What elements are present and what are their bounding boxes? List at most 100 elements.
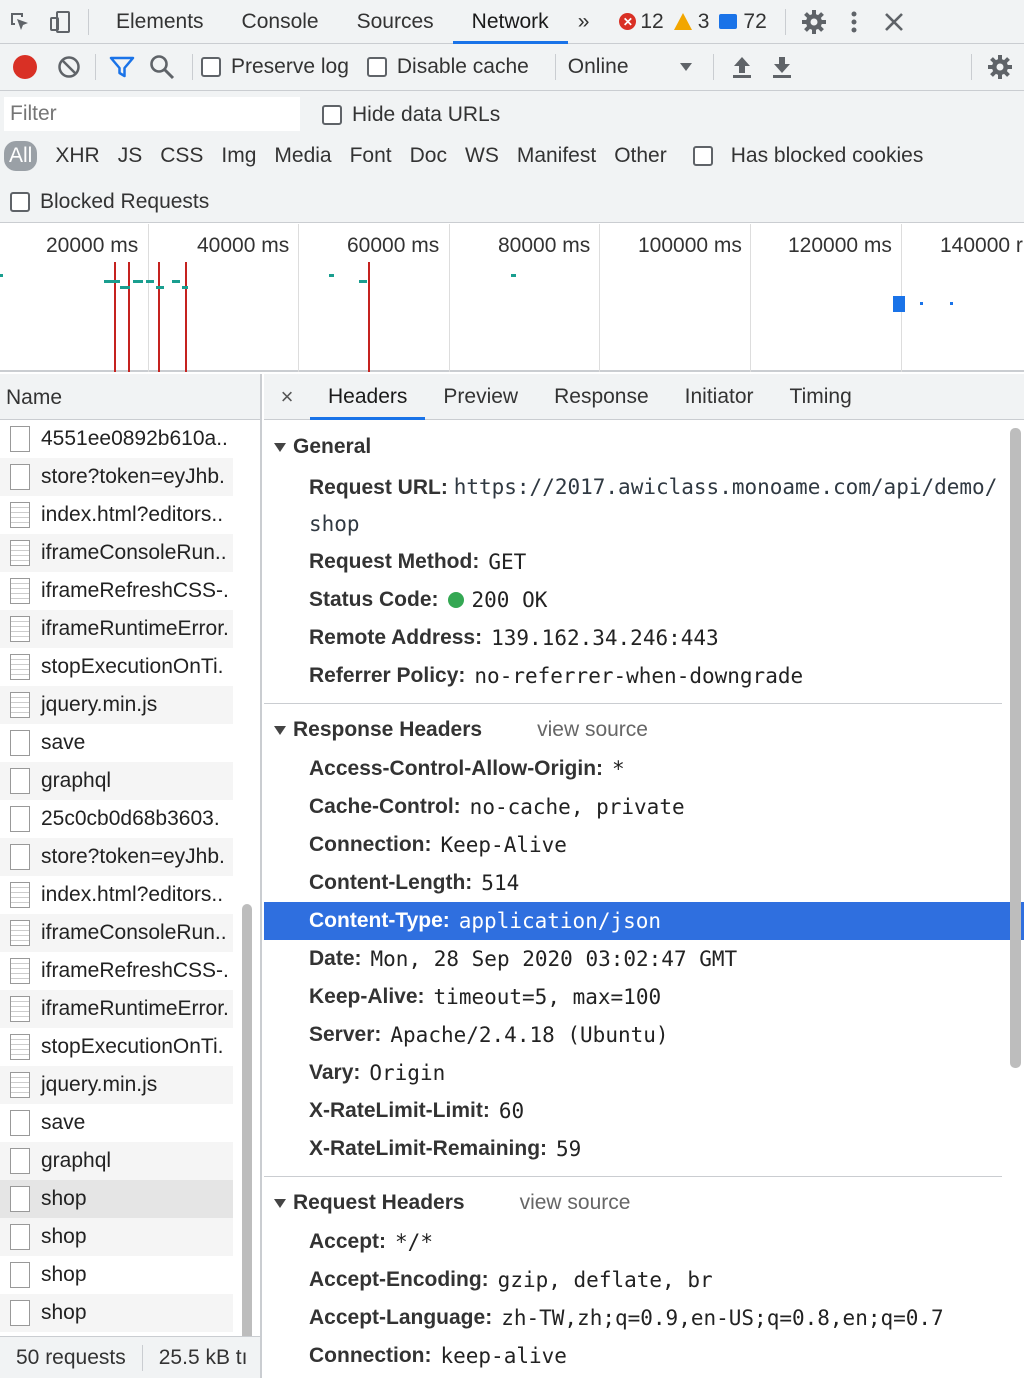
- request-row[interactable]: iframeRefreshCSS-.: [0, 572, 233, 610]
- network-settings-gear-icon[interactable]: [980, 49, 1020, 85]
- tab-response[interactable]: Response: [536, 374, 667, 420]
- inspect-element-icon[interactable]: [0, 4, 40, 40]
- header-row[interactable]: Connection: keep-alive: [264, 1337, 1024, 1375]
- checkbox-box[interactable]: [10, 192, 30, 212]
- preserve-log-checkbox[interactable]: Preserve log: [201, 55, 349, 79]
- timeline-overview[interactable]: 20000 ms 40000 ms 60000 ms 80000 ms 1000…: [0, 224, 1024, 372]
- request-row[interactable]: store?token=eyJhb.: [0, 458, 233, 496]
- tab-initiator[interactable]: Initiator: [667, 374, 772, 420]
- header-row[interactable]: Content-Type: application/json: [264, 902, 1024, 940]
- expand-triangle-icon: [274, 725, 286, 735]
- tab-network[interactable]: Network: [452, 0, 568, 44]
- request-list-scrollbar[interactable]: [242, 904, 252, 1360]
- checkbox-box[interactable]: [366, 57, 387, 77]
- checkbox-box[interactable]: [201, 57, 221, 77]
- tab-timing[interactable]: Timing: [772, 374, 870, 420]
- request-row[interactable]: shop: [0, 1180, 233, 1218]
- general-section-header[interactable]: General: [264, 427, 1024, 467]
- request-row[interactable]: index.html?editors..: [0, 876, 233, 914]
- type-filter-css[interactable]: CSS: [160, 144, 203, 168]
- checkbox-box[interactable]: [322, 105, 342, 125]
- header-row[interactable]: Server: Apache/2.4.18 (Ubuntu): [264, 1016, 1024, 1054]
- request-row[interactable]: index.html?editors..: [0, 496, 233, 534]
- issue-counters[interactable]: ✕ 12 3 72: [619, 10, 776, 34]
- header-row[interactable]: Connection: Keep-Alive: [264, 826, 1024, 864]
- request-row[interactable]: iframeRuntimeError.: [0, 610, 233, 648]
- request-row[interactable]: iframeConsoleRun..: [0, 914, 233, 952]
- header-row[interactable]: Cache-Control: no-cache, private: [264, 788, 1024, 826]
- hide-data-urls-checkbox[interactable]: Hide data URLs: [322, 103, 500, 127]
- export-har-icon[interactable]: [762, 49, 802, 85]
- header-row[interactable]: Date: Mon, 28 Sep 2020 03:02:47 GMT: [264, 940, 1024, 978]
- request-row[interactable]: shop: [0, 1294, 233, 1332]
- more-tabs-button[interactable]: »: [568, 0, 600, 44]
- view-source-link[interactable]: view source: [537, 718, 648, 742]
- request-row[interactable]: stopExecutionOnTi.: [0, 648, 233, 686]
- more-options-icon[interactable]: [834, 4, 874, 40]
- checkbox-box[interactable]: [692, 146, 713, 166]
- search-icon[interactable]: [140, 49, 184, 85]
- header-row[interactable]: Accept: */*: [264, 1223, 1024, 1261]
- filter-icon[interactable]: [104, 49, 140, 85]
- settings-gear-icon[interactable]: [794, 4, 834, 40]
- filter-input[interactable]: [4, 97, 300, 131]
- document-file-icon: [10, 616, 30, 642]
- request-row[interactable]: jquery.min.js: [0, 1066, 233, 1104]
- type-filter-js[interactable]: JS: [118, 144, 143, 168]
- close-detail-icon[interactable]: ×: [264, 384, 310, 410]
- header-row[interactable]: Content-Length: 514: [264, 864, 1024, 902]
- request-row[interactable]: 4551ee0892b610a..: [0, 420, 233, 458]
- header-row[interactable]: Vary: Origin: [264, 1054, 1024, 1092]
- tab-preview[interactable]: Preview: [425, 374, 536, 420]
- header-row[interactable]: Keep-Alive: timeout=5, max=100: [264, 978, 1024, 1016]
- name-column-header[interactable]: Name: [0, 374, 260, 420]
- request-row[interactable]: iframeConsoleRun..: [0, 534, 233, 572]
- request-headers-section-header[interactable]: Request Headers view source: [264, 1183, 1024, 1223]
- type-filter-manifest[interactable]: Manifest: [517, 144, 596, 168]
- type-filter-xhr[interactable]: XHR: [55, 144, 99, 168]
- has-blocked-cookies-checkbox[interactable]: Has blocked cookies: [692, 144, 942, 168]
- header-row[interactable]: X-RateLimit-Remaining: 59: [264, 1130, 1024, 1168]
- tab-sources[interactable]: Sources: [338, 0, 453, 44]
- separator: [88, 8, 89, 35]
- header-row[interactable]: Accept-Encoding: gzip, deflate, br: [264, 1261, 1024, 1299]
- header-row[interactable]: X-RateLimit-Limit: 60: [264, 1092, 1024, 1130]
- type-filter-doc[interactable]: Doc: [410, 144, 447, 168]
- separator: [95, 54, 96, 80]
- header-row[interactable]: Accept-Language: zh-TW,zh;q=0.9,en-US;q=0…: [264, 1299, 1024, 1337]
- tab-console[interactable]: Console: [223, 0, 338, 44]
- request-row[interactable]: 25c0cb0d68b3603.: [0, 800, 233, 838]
- import-har-icon[interactable]: [722, 49, 762, 85]
- request-row[interactable]: shop: [0, 1218, 233, 1256]
- type-filter-all[interactable]: All: [4, 141, 38, 171]
- disable-cache-checkbox[interactable]: Disable cache: [366, 55, 529, 79]
- request-row[interactable]: store?token=eyJhb.: [0, 838, 233, 876]
- request-row[interactable]: graphql: [0, 1142, 233, 1180]
- request-row[interactable]: save: [0, 1104, 233, 1142]
- header-row[interactable]: Access-Control-Allow-Origin: *: [264, 750, 1024, 788]
- request-row[interactable]: shop: [0, 1256, 233, 1294]
- type-filter-media[interactable]: Media: [274, 144, 331, 168]
- view-source-link[interactable]: view source: [520, 1191, 631, 1215]
- clear-icon[interactable]: [51, 49, 87, 85]
- device-toolbar-icon[interactable]: [40, 4, 80, 40]
- type-filter-font[interactable]: Font: [350, 144, 392, 168]
- request-row[interactable]: jquery.min.js: [0, 686, 233, 724]
- tab-elements[interactable]: Elements: [97, 0, 223, 44]
- type-filter-img[interactable]: Img: [221, 144, 256, 168]
- blank-file-icon: [10, 806, 30, 832]
- request-row[interactable]: save: [0, 724, 233, 762]
- tab-headers[interactable]: Headers: [310, 374, 426, 420]
- detail-scrollbar[interactable]: [1010, 428, 1021, 1068]
- record-button[interactable]: [13, 55, 37, 79]
- close-icon[interactable]: [874, 4, 914, 40]
- request-row[interactable]: stopExecutionOnTi.: [0, 1028, 233, 1066]
- response-headers-section-header[interactable]: Response Headers view source: [264, 710, 1024, 750]
- request-row[interactable]: iframeRuntimeError.: [0, 990, 233, 1028]
- type-filter-ws[interactable]: WS: [465, 144, 499, 168]
- throttling-select[interactable]: Online: [568, 55, 693, 79]
- type-filter-other[interactable]: Other: [614, 144, 667, 168]
- request-row[interactable]: iframeRefreshCSS-.: [0, 952, 233, 990]
- blocked-requests-checkbox[interactable]: Blocked Requests: [10, 190, 209, 214]
- request-row[interactable]: graphql: [0, 762, 233, 800]
